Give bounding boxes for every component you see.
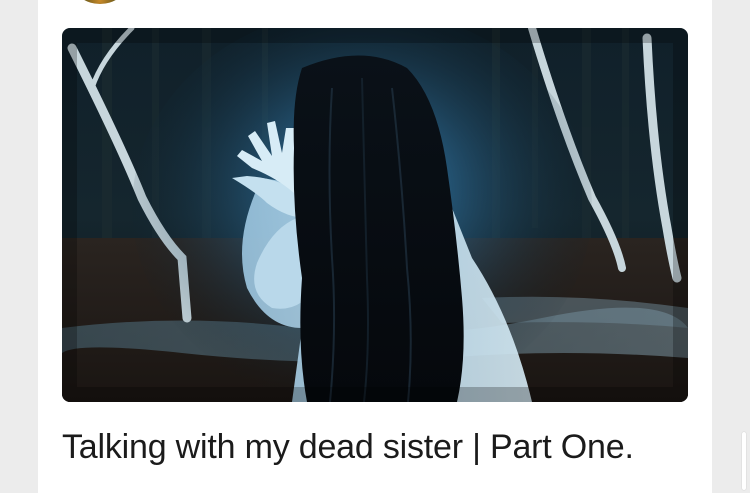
post-title[interactable]: Talking with my dead sister | Part One.	[62, 427, 702, 467]
scrollbar-thumb[interactable]	[742, 432, 746, 490]
ghost-girl-forest-illustration	[62, 28, 688, 402]
post-cover-image[interactable]	[62, 28, 688, 402]
